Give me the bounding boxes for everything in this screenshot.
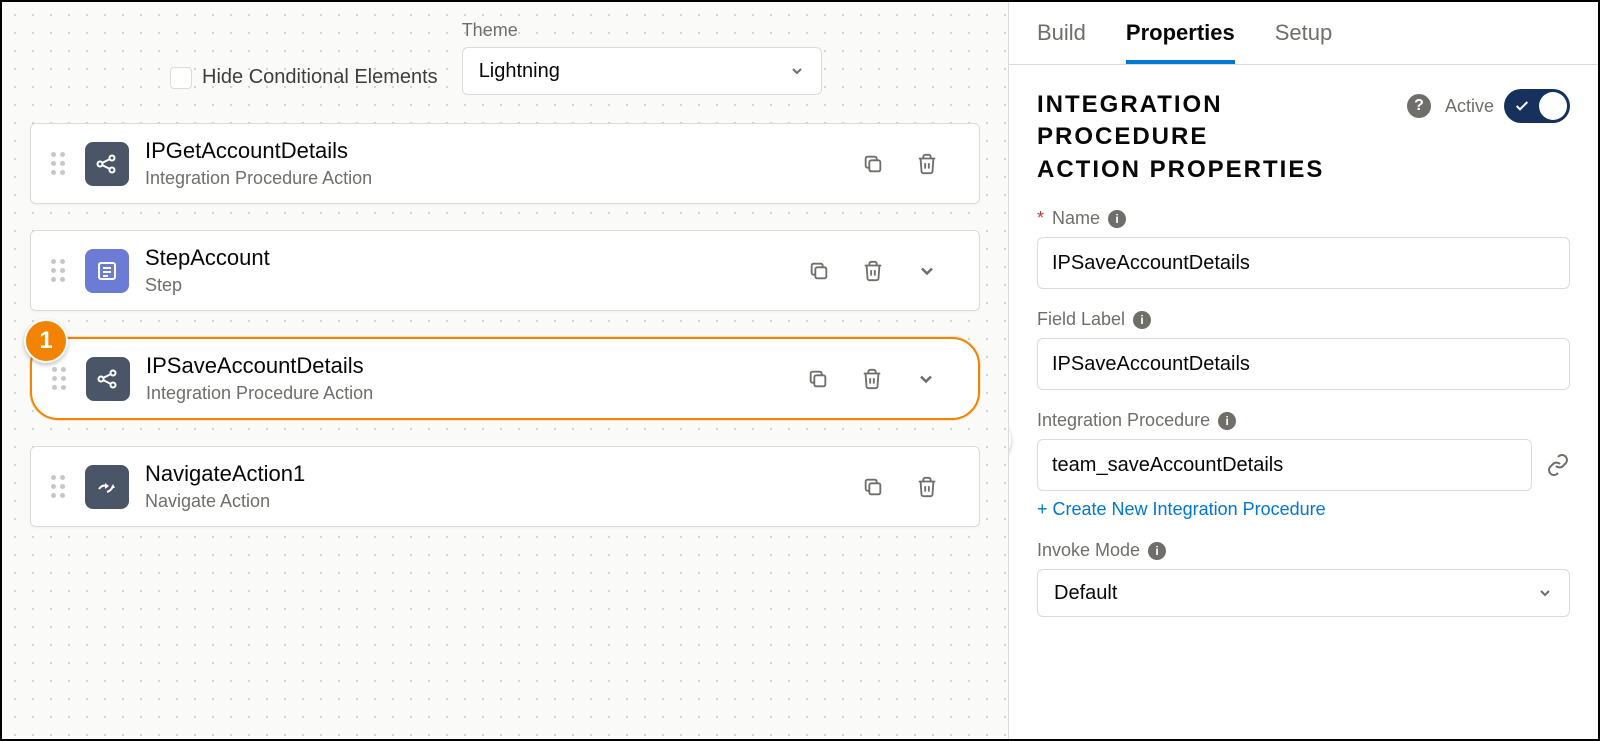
- info-icon[interactable]: i: [1148, 542, 1166, 560]
- annotation-badge-1: 1: [24, 319, 68, 363]
- theme-value: Lightning: [479, 60, 560, 83]
- invoke-mode-select[interactable]: Default: [1037, 569, 1570, 617]
- field-label-label: Field Label: [1037, 309, 1125, 330]
- card-title: StepAccount: [145, 245, 791, 271]
- hide-conditional-label: Hide Conditional Elements: [202, 66, 438, 89]
- delete-icon[interactable]: [915, 152, 939, 176]
- card-subtitle: Integration Procedure Action: [146, 383, 790, 404]
- integration-procedure-icon: [86, 357, 130, 401]
- navigate-action-icon: [85, 465, 129, 509]
- delete-icon[interactable]: [860, 367, 884, 391]
- link-icon[interactable]: [1546, 453, 1570, 477]
- name-value: IPSaveAccountDetails: [1052, 252, 1250, 275]
- integration-procedure-input[interactable]: team_saveAccountDetails: [1037, 439, 1532, 491]
- clone-icon[interactable]: [806, 367, 830, 391]
- expand-icon[interactable]: [914, 367, 938, 391]
- chevron-down-icon: [789, 63, 805, 79]
- panel-tabs: Build Properties Setup: [1009, 2, 1598, 65]
- invoke-mode-label: Invoke Mode: [1037, 540, 1140, 561]
- tab-build[interactable]: Build: [1037, 20, 1086, 64]
- card-subtitle: Navigate Action: [145, 491, 845, 512]
- drag-handle-icon[interactable]: [51, 152, 69, 175]
- required-indicator: *: [1037, 208, 1044, 229]
- canvas-toolbar: Hide Conditional Elements Theme Lightnin…: [30, 20, 980, 95]
- drag-handle-icon[interactable]: [52, 367, 70, 390]
- card-subtitle: Step: [145, 275, 791, 296]
- panel-title-line: INTEGRATION: [1037, 89, 1324, 121]
- delete-icon[interactable]: [861, 259, 885, 283]
- clone-icon[interactable]: [861, 475, 885, 499]
- element-card-stepaccount[interactable]: StepAccount Step: [30, 230, 980, 311]
- card-subtitle: Integration Procedure Action: [145, 168, 845, 189]
- canvas-area: Hide Conditional Elements Theme Lightnin…: [2, 2, 1008, 739]
- name-input[interactable]: IPSaveAccountDetails: [1037, 237, 1570, 289]
- info-icon[interactable]: i: [1108, 210, 1126, 228]
- element-card-ipgetaccountdetails[interactable]: IPGetAccountDetails Integration Procedur…: [30, 123, 980, 204]
- create-integration-procedure-link[interactable]: + Create New Integration Procedure: [1037, 499, 1326, 520]
- integration-procedure-icon: [85, 142, 129, 186]
- annotation-badge-2: 2: [1009, 418, 1011, 462]
- clone-icon[interactable]: [861, 152, 885, 176]
- tab-properties[interactable]: Properties: [1126, 20, 1235, 64]
- delete-icon[interactable]: [915, 475, 939, 499]
- integration-procedure-label: Integration Procedure: [1037, 410, 1210, 431]
- expand-icon[interactable]: [915, 259, 939, 283]
- element-card-navigateaction1[interactable]: NavigateAction1 Navigate Action: [30, 446, 980, 527]
- integration-procedure-value: team_saveAccountDetails: [1052, 454, 1283, 477]
- info-icon[interactable]: i: [1133, 311, 1151, 329]
- active-toggle[interactable]: [1504, 89, 1570, 123]
- help-icon[interactable]: ?: [1407, 94, 1431, 118]
- theme-select[interactable]: Lightning: [462, 47, 822, 95]
- panel-title: INTEGRATION PROCEDURE ACTION PROPERTIES: [1037, 89, 1324, 186]
- hide-conditional-checkbox[interactable]: Hide Conditional Elements: [170, 66, 438, 89]
- card-title: IPSaveAccountDetails: [146, 353, 790, 379]
- active-toggle-label: Active: [1445, 96, 1494, 117]
- properties-panel: Build Properties Setup INTEGRATION PROCE…: [1008, 2, 1598, 739]
- theme-field: Theme Lightning: [462, 20, 822, 95]
- drag-handle-icon[interactable]: [51, 475, 69, 498]
- field-label-value: IPSaveAccountDetails: [1052, 353, 1250, 376]
- theme-label: Theme: [462, 20, 822, 41]
- element-card-ipsaveaccountdetails[interactable]: IPSaveAccountDetails Integration Procedu…: [30, 337, 980, 420]
- chevron-down-icon: [1537, 585, 1553, 601]
- checkbox-icon[interactable]: [170, 67, 192, 89]
- step-icon: [85, 249, 129, 293]
- tab-setup[interactable]: Setup: [1275, 20, 1333, 64]
- toggle-knob: [1539, 92, 1567, 120]
- name-label: Name: [1052, 208, 1100, 229]
- panel-body: INTEGRATION PROCEDURE ACTION PROPERTIES …: [1009, 65, 1598, 739]
- panel-title-line: PROCEDURE: [1037, 121, 1324, 153]
- card-title: IPGetAccountDetails: [145, 138, 845, 164]
- panel-title-line: ACTION PROPERTIES: [1037, 154, 1324, 186]
- card-title: NavigateAction1: [145, 461, 845, 487]
- clone-icon[interactable]: [807, 259, 831, 283]
- field-label-input[interactable]: IPSaveAccountDetails: [1037, 338, 1570, 390]
- check-icon: [1514, 98, 1530, 114]
- invoke-mode-value: Default: [1054, 582, 1117, 605]
- info-icon[interactable]: i: [1218, 412, 1236, 430]
- drag-handle-icon[interactable]: [51, 259, 69, 282]
